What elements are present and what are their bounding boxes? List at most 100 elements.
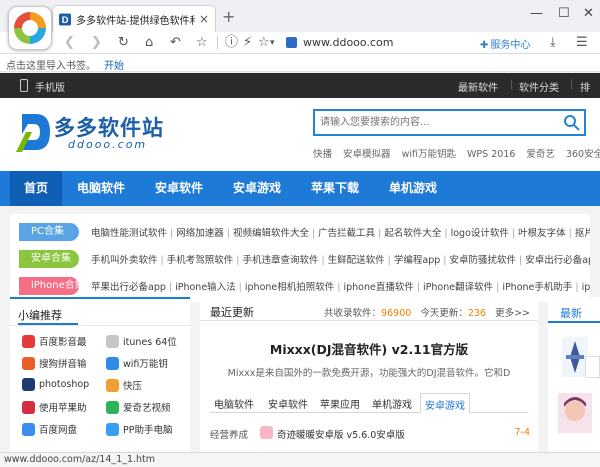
row-app-name[interactable]: 奇迹暖暖安卓版 v5.6.0安卓版 xyxy=(277,427,405,441)
category-badge-iphone[interactable]: iPhone合集 xyxy=(19,277,85,295)
category-badge-android[interactable]: 安卓合集 xyxy=(19,250,79,268)
favorite-star-icon[interactable]: ☆ xyxy=(258,34,270,52)
category-link[interactable]: 手机考驾照软件 xyxy=(167,255,234,266)
category-link[interactable]: 视频编辑软件大全 xyxy=(233,228,309,239)
recommend-item[interactable]: 百度影音最 xyxy=(22,334,87,348)
recommend-item[interactable]: wifi万能钥 xyxy=(106,356,168,370)
category-badge-pc[interactable]: PC合集 xyxy=(19,223,79,241)
hot-search-item[interactable]: WPS 2016 xyxy=(467,149,515,160)
tab-apple-apps[interactable]: 苹果应用 xyxy=(320,396,360,411)
category-collections: PC合集 电脑性能测试软件 | 网络加速器 | 视频编辑软件大全 | 广告拦截工具 | 起名软件… xyxy=(10,214,590,302)
search-icon[interactable] xyxy=(563,114,581,132)
recommend-divider xyxy=(10,325,190,326)
category-link[interactable]: iphone收 xyxy=(582,282,590,293)
bookmark-start-link[interactable]: 开始 xyxy=(104,61,124,72)
hot-search-item[interactable]: 快播 xyxy=(313,149,332,160)
category-link[interactable]: 安卓防骚扰软件 xyxy=(449,255,516,266)
nav-item-android-games[interactable]: 安卓游戏 xyxy=(222,171,292,206)
home-icon[interactable]: ⌂ xyxy=(145,34,153,52)
hot-search-item[interactable]: 爱奇艺 xyxy=(526,149,555,160)
address-bar[interactable]: www.ddooo.com xyxy=(303,36,393,49)
category-link[interactable]: iPhone手机助手 xyxy=(502,282,572,293)
new-tab-button[interactable]: + xyxy=(222,7,235,26)
browser-tab[interactable]: D 多多软件站-提供绿色软件和热门游戏 × xyxy=(52,5,216,32)
category-link[interactable]: iphone相机拍照软件 xyxy=(245,282,334,293)
service-center-label: 服务中心 xyxy=(490,40,531,51)
maximize-button[interactable]: ☐ xyxy=(558,6,570,21)
browser-toolbar: ❮ ❯ ↻ ⌂ ↶ ☆ ⓘ ⚡ ☆ ▾ www.ddooo.com ✚ 服务中心 … xyxy=(0,32,600,54)
recommend-item[interactable]: itunes 64位 xyxy=(106,334,177,348)
nav-item-home[interactable]: 首页 xyxy=(10,171,62,206)
hot-search-item[interactable]: 安卓模拟器 xyxy=(343,149,391,160)
category-link[interactable]: 广告拦截工具 xyxy=(318,228,375,239)
more-link[interactable]: 更多>> xyxy=(495,308,530,319)
info-icon[interactable]: ⓘ xyxy=(225,34,238,52)
nav-item-android-software[interactable]: 安卓软件 xyxy=(144,171,214,206)
topbar-link-rank[interactable]: 排 xyxy=(580,79,590,94)
menu-icon[interactable]: ☰ xyxy=(576,34,588,52)
hot-search-item[interactable]: 360安全卫士 xyxy=(566,149,600,160)
bookmark-import-hint[interactable]: 点击这里导入书签。 xyxy=(6,61,96,72)
latest-row[interactable]: 经营养成 奇迹暖暖安卓版 v5.6.0安卓版 7-4 xyxy=(210,426,530,441)
recommend-item[interactable]: 快压 xyxy=(106,378,142,392)
category-link[interactable]: 叶根友字体 xyxy=(518,228,566,239)
dropdown-icon[interactable]: ▾ xyxy=(270,34,275,52)
category-link[interactable]: 学编程app xyxy=(394,255,440,266)
undo-icon[interactable]: ↶ xyxy=(170,34,181,52)
category-link[interactable]: iPhone输入法 xyxy=(175,282,236,293)
category-link[interactable]: 抠片神器大 xyxy=(575,228,590,239)
minimize-button[interactable]: — xyxy=(530,6,543,21)
category-link[interactable]: 安卓出行必备app xyxy=(525,255,590,266)
tab-close-icon[interactable]: × xyxy=(199,12,209,26)
tab-pc-software[interactable]: 电脑软件 xyxy=(214,396,254,411)
category-link[interactable]: 手机违章查询软件 xyxy=(242,255,318,266)
category-link[interactable]: iPhone翻译软件 xyxy=(423,282,493,293)
recommend-item[interactable]: 使用苹果助 xyxy=(22,400,87,414)
category-link[interactable]: 苹果出行必备app xyxy=(91,282,166,293)
nav-item-apple-download[interactable]: 苹果下载 xyxy=(300,171,370,206)
category-link[interactable]: 电脑性能测试软件 xyxy=(91,228,167,239)
row-date: 7-4 xyxy=(514,427,530,438)
tab-android-software[interactable]: 安卓软件 xyxy=(268,396,308,411)
category-link[interactable]: 网络加速器 xyxy=(176,228,224,239)
tab-android-games[interactable]: 安卓游戏 xyxy=(420,393,470,414)
category-link[interactable]: logo设计软件 xyxy=(451,228,509,239)
latest-updates-panel: 最近更新 共收录软件：96900 今天更新：236 更多>> Mixxx(DJ混… xyxy=(200,297,538,453)
forward-icon[interactable]: ❯ xyxy=(91,34,102,52)
hot-search-item[interactable]: wifi万能钥匙 xyxy=(402,149,456,160)
category-link[interactable]: 起名软件大全 xyxy=(384,228,441,239)
star-icon[interactable]: ☆ xyxy=(196,34,208,52)
back-icon[interactable]: ❮ xyxy=(64,34,75,52)
recommend-item[interactable]: photoshop xyxy=(22,378,89,391)
toolbar-divider xyxy=(217,36,218,50)
search-input[interactable] xyxy=(315,111,555,134)
mobile-version-link[interactable]: 手机版 xyxy=(35,79,65,94)
topbar-link-latest[interactable]: 最新软件 xyxy=(458,79,498,94)
featured-title[interactable]: Mixxx(DJ混音软件) v2.11官方版 xyxy=(200,339,538,358)
anime-thumbnail-icon[interactable] xyxy=(558,393,592,433)
category-link[interactable]: 生鲜配送软件 xyxy=(328,255,385,266)
floating-side-button[interactable] xyxy=(585,356,600,378)
recommend-item-label: 使用苹果助 xyxy=(39,403,87,414)
topbar-link-categories[interactable]: 软件分类 xyxy=(519,79,559,94)
tab-pc-games[interactable]: 单机游戏 xyxy=(372,396,412,411)
recommend-item[interactable]: 爱奇艺视频 xyxy=(106,400,171,414)
row-category: 经营养成 xyxy=(210,430,249,441)
recommend-item[interactable]: PP助手电脑 xyxy=(106,422,172,436)
nav-item-pc-software[interactable]: 电脑软件 xyxy=(66,171,136,206)
logo-d-icon[interactable] xyxy=(16,110,52,154)
recommend-item-label: itunes 64位 xyxy=(123,337,177,348)
recommend-item[interactable]: 百度网盘 xyxy=(22,422,77,436)
refresh-icon[interactable]: ↻ xyxy=(118,34,129,52)
lightning-icon[interactable]: ⚡ xyxy=(243,34,252,52)
close-window-button[interactable]: ✕ xyxy=(583,6,594,21)
category-link[interactable]: 手机叫外卖软件 xyxy=(91,255,158,266)
service-center-link[interactable]: ✚ 服务中心 xyxy=(480,36,530,51)
svg-text:D: D xyxy=(62,15,69,25)
browser-logo-icon[interactable] xyxy=(8,6,52,50)
recommend-item[interactable]: 搜狗拼音输 xyxy=(22,356,87,370)
download-icon[interactable]: ⤓ xyxy=(550,34,556,52)
category-link[interactable]: iphone直播软件 xyxy=(343,282,413,293)
recommend-item-label: 百度影音最 xyxy=(39,337,87,348)
nav-item-pc-games[interactable]: 单机游戏 xyxy=(378,171,448,206)
